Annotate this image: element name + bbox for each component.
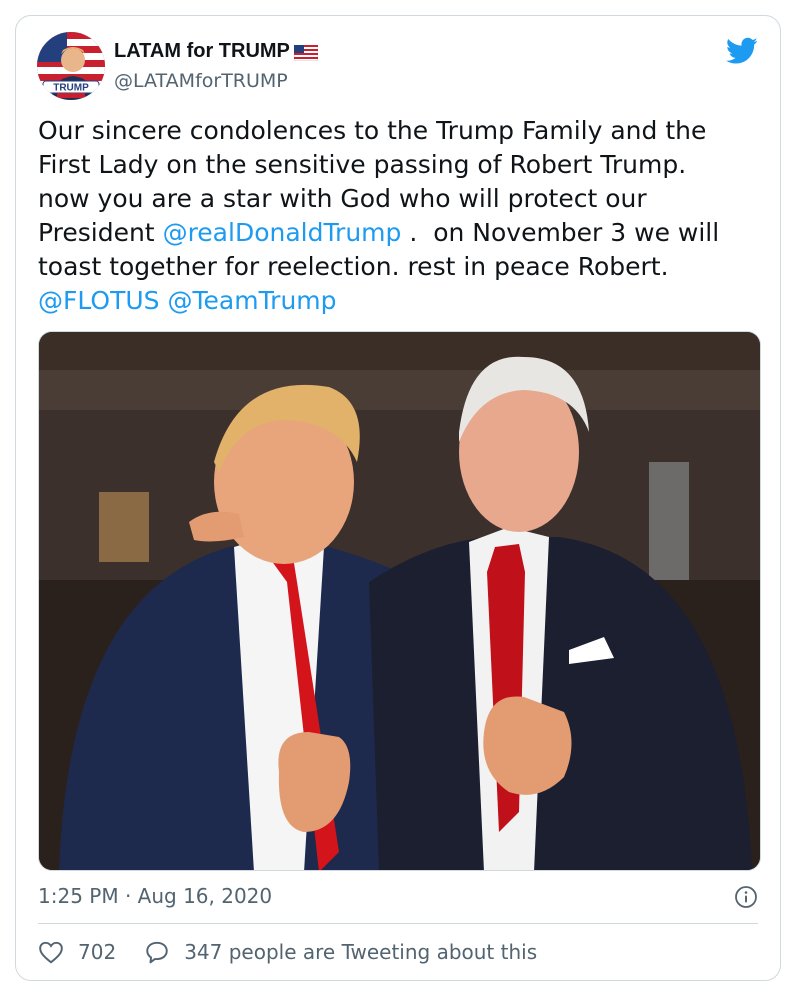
avatar-text: TRUMP bbox=[53, 83, 89, 94]
like-button[interactable]: 702 bbox=[38, 940, 116, 964]
twitter-bird-icon[interactable] bbox=[726, 37, 758, 65]
tweet-line-2: First Lady on the sensitive passing of R… bbox=[38, 150, 687, 179]
mention-realdonaldtrump[interactable]: @realDonaldTrump bbox=[163, 218, 402, 247]
speech-bubble-icon bbox=[146, 941, 168, 964]
author-name[interactable]: LATAM for TRUMP bbox=[114, 40, 319, 63]
tweeting-about-text: 347 people are Tweeting about this bbox=[184, 940, 538, 964]
engagement-bar: 702 347 people are Tweeting about this bbox=[38, 940, 537, 964]
mention-flotus[interactable]: @FLOTUS bbox=[38, 286, 160, 315]
tweet-line-5: toast together for reelection. rest in p… bbox=[38, 252, 669, 281]
heart-icon bbox=[39, 941, 63, 964]
avatar[interactable]: TRUMP bbox=[37, 32, 105, 100]
tweet-line-1: Our sincere condolences to the Trump Fam… bbox=[38, 116, 707, 145]
tweet-text: Our sincere condolences to the Trump Fam… bbox=[38, 114, 768, 318]
author-handle[interactable]: @LATAMforTRUMP bbox=[114, 70, 288, 92]
tweeting-about-link[interactable]: 347 people are Tweeting about this bbox=[144, 940, 537, 964]
divider bbox=[38, 923, 758, 924]
tweet-line-3: now you are a star with God who will pro… bbox=[38, 184, 647, 213]
display-name[interactable]: LATAM for TRUMP bbox=[114, 40, 290, 63]
us-flag-icon bbox=[293, 44, 319, 61]
tweet-line-4-prefix: President bbox=[38, 218, 163, 247]
mention-teamtrump[interactable]: @TeamTrump bbox=[168, 286, 337, 315]
like-count: 702 bbox=[78, 940, 117, 964]
timestamp[interactable]: 1:25 PM · Aug 16, 2020 bbox=[38, 884, 272, 908]
tweet-photo[interactable] bbox=[38, 331, 761, 871]
tweet-card[interactable]: TRUMP LATAM for TRUMP @LATAMforTRUMP Our… bbox=[15, 15, 781, 981]
info-icon[interactable] bbox=[734, 885, 758, 909]
tweet-line-4-suffix: . on November 3 we will bbox=[401, 218, 720, 247]
